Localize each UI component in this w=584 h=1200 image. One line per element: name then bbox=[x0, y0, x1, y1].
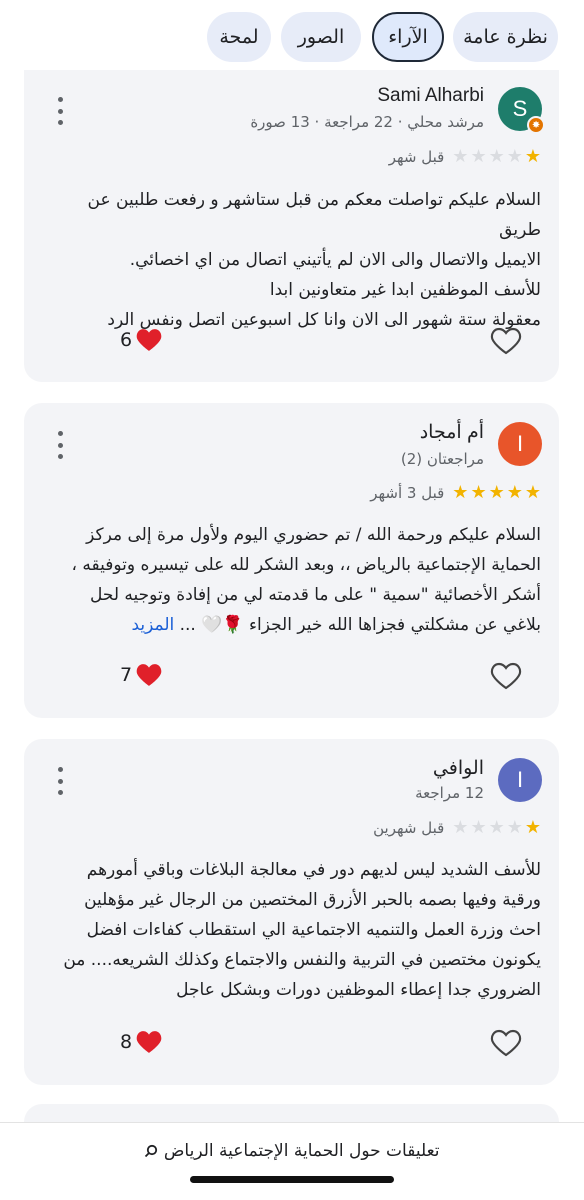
review-time: قبل شهرين bbox=[373, 819, 445, 837]
rating-row: ★ ★ ★ ★ ★ قبل 3 أشهر bbox=[370, 482, 541, 503]
reaction-count[interactable]: 6 bbox=[120, 328, 162, 352]
more-vertical-icon[interactable] bbox=[52, 767, 68, 795]
reviewer-name[interactable]: Sami Alharbi bbox=[377, 85, 484, 107]
reviewer-meta: مراجعتان (2) bbox=[400, 450, 484, 468]
tab-overview[interactable]: نظرة عامة bbox=[453, 12, 558, 62]
review-line: السلام عليكم تواصلت معكم من قبل ستاشهر و… bbox=[87, 190, 541, 240]
review-line: للأسف الشديد ليس لديهم دور في معالجة الب… bbox=[86, 860, 541, 880]
reaction-count-value: 8 bbox=[120, 1031, 133, 1053]
bottom-search-label[interactable]: تعليقات حول الحماية الإجتماعية الرياض bbox=[0, 1141, 584, 1161]
search-label-text: تعليقات حول الحماية الإجتماعية الرياض bbox=[163, 1141, 440, 1161]
review-line: الضروري جدا إعطاء الموظفين دورات وبشكل ع… bbox=[176, 980, 541, 1000]
review-card: I أم أمجاد مراجعتان (2) ★ ★ ★ ★ ★ قبل 3 أشهر… bbox=[24, 403, 559, 718]
tab-photos[interactable]: الصور bbox=[281, 12, 361, 62]
review-line: للأسف الموظفين ابدا غير متعاونين ابدا bbox=[269, 280, 541, 300]
review-line: السلام عليكم ورحمة الله / تم حضوري اليوم… bbox=[86, 525, 541, 545]
review-line: الايميل والاتصال والى الان لم يأتيني اتص… bbox=[129, 250, 541, 270]
star-rating: ★ ★ ★ ★ ★ bbox=[452, 817, 541, 838]
avatar-letter: S bbox=[512, 96, 528, 121]
avatar[interactable]: I bbox=[498, 422, 542, 466]
review-text: السلام عليكم تواصلت معكم من قبل ستاشهر و… bbox=[46, 185, 541, 335]
avatar[interactable]: S ✸ bbox=[498, 87, 545, 134]
red-heart-icon bbox=[136, 1031, 162, 1053]
star-rating: ★ ★ ★ ★ ★ bbox=[452, 146, 541, 167]
more-vertical-icon[interactable] bbox=[52, 431, 68, 459]
review-text: للأسف الشديد ليس لديهم دور في معالجة الب… bbox=[46, 855, 541, 1005]
review-line: بلاغي عن مشكلتي فجزاها الله خير الجزاء 🌹… bbox=[46, 610, 541, 640]
reviewer-name[interactable]: أم أمجاد bbox=[420, 421, 484, 444]
heart-outline-icon[interactable] bbox=[490, 1028, 522, 1058]
tab-bar: نظرة عامة الآراء الصور لمحة bbox=[0, 0, 584, 70]
rating-row: ★ ★ ★ ★ ★ قبل شهر bbox=[388, 146, 541, 167]
review-line: ورقية وفيها بصمه بالحبر الأزرق المختصين … bbox=[84, 890, 541, 910]
red-heart-icon bbox=[136, 664, 162, 686]
local-guide-badge-icon: ✸ bbox=[527, 116, 545, 134]
bottom-search-bar[interactable]: تعليقات حول الحماية الإجتماعية الرياض bbox=[0, 1122, 584, 1200]
star-rating: ★ ★ ★ ★ ★ bbox=[452, 482, 541, 503]
tab-about[interactable]: لمحة bbox=[207, 12, 271, 62]
reaction-count-value: 6 bbox=[120, 329, 133, 351]
more-vertical-icon[interactable] bbox=[52, 97, 68, 125]
read-more-link[interactable]: المزيد bbox=[131, 615, 174, 635]
tab-reviews[interactable]: الآراء bbox=[372, 12, 444, 62]
review-line-text: بلاغي عن مشكلتي فجزاها الله خير الجزاء 🌹… bbox=[179, 615, 541, 635]
heart-outline-icon[interactable] bbox=[490, 326, 522, 356]
reaction-count[interactable]: 7 bbox=[120, 663, 162, 687]
review-line: يكونون مختصين في التربية والنفس والاجتما… bbox=[63, 950, 541, 970]
reaction-count[interactable]: 8 bbox=[120, 1030, 162, 1054]
review-time: قبل شهر bbox=[388, 148, 445, 166]
review-line: احث وزرة العمل والتنميه الاجتماعية الي ا… bbox=[86, 920, 541, 940]
avatar-letter: I bbox=[516, 431, 524, 456]
reviewer-meta: 12 مراجعة bbox=[415, 784, 484, 802]
red-heart-icon bbox=[136, 329, 162, 351]
review-card: S ✸ Sami Alharbi مرشد محلي · 22 مراجعة ·… bbox=[24, 52, 559, 382]
search-icon bbox=[145, 1144, 158, 1158]
avatar[interactable]: I bbox=[498, 758, 542, 802]
avatar-letter: I bbox=[516, 767, 524, 792]
reaction-count-value: 7 bbox=[120, 664, 133, 686]
rating-row: ★ ★ ★ ★ ★ قبل شهرين bbox=[373, 817, 541, 838]
review-line: الحماية الإجتماعية بالرياض ،، وبعد الشكر… bbox=[71, 555, 541, 575]
home-indicator bbox=[190, 1176, 394, 1183]
review-line: أشكر الأخصائية "سمية " على ما قدمته لي م… bbox=[90, 585, 541, 605]
review-card: I الوافي 12 مراجعة ★ ★ ★ ★ ★ قبل شهرين للأسف… bbox=[24, 739, 559, 1085]
reviewer-meta: مرشد محلي · 22 مراجعة · 13 صورة bbox=[250, 113, 484, 131]
review-text: السلام عليكم ورحمة الله / تم حضوري اليوم… bbox=[46, 520, 541, 640]
heart-outline-icon[interactable] bbox=[490, 661, 522, 691]
reviewer-name[interactable]: الوافي bbox=[433, 757, 484, 780]
review-time: قبل 3 أشهر bbox=[370, 484, 445, 502]
